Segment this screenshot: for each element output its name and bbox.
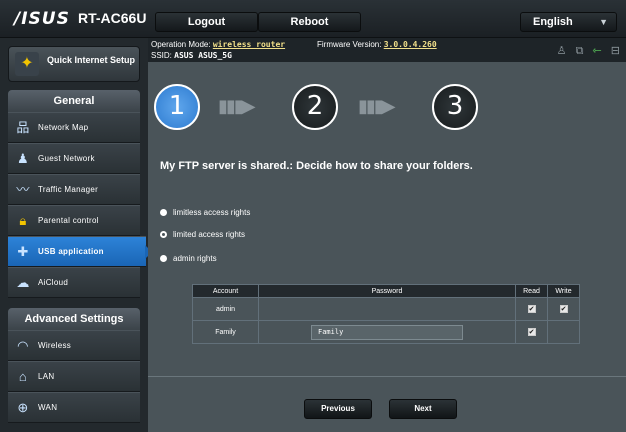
firmware-version: Firmware Version: 3.0.0.4.260 [317,40,437,49]
write-cell [547,320,580,344]
option-limitless-access[interactable]: limitless access rights [160,208,250,217]
step-arrow-icon: ▮▮▮▶ [218,96,256,116]
ssid-info: SSID: ASUS ASUS_5G [151,51,232,60]
lock-icon: 🔒︎ [19,213,27,228]
sidebar-item-label: USB application [38,247,104,256]
sidebar: ✦ Quick Internet Setup General 品 Network… [0,38,152,432]
read-cell: ✔ [515,297,548,321]
ssid-label: SSID: [151,51,172,60]
write-checkbox[interactable]: ✔ [559,305,568,313]
sidebar-item-parental-control[interactable]: 🔒︎ Parental control [8,205,140,236]
read-checkbox[interactable]: ✔ [527,328,536,336]
quick-internet-setup-button[interactable]: ✦ Quick Internet Setup [8,46,140,82]
reboot-button[interactable]: Reboot [258,12,361,32]
sidebar-item-lan[interactable]: ⌂ LAN [8,361,140,392]
sidebar-item-label: Network Map [38,123,89,132]
option-label: admin rights [173,254,217,263]
sidebar-item-label: Wireless [38,341,72,350]
column-header: Read [515,284,548,298]
write-cell: ✔ [547,297,580,321]
step-arrow-icon: ▮▮▮▶ [358,96,396,116]
fw-label: Firmware Version: [317,40,382,49]
network-map-icon: 品 [16,120,30,135]
previous-button[interactable]: Previous [304,399,372,419]
column-header: Password [258,284,516,298]
password-input[interactable]: Family [311,324,463,340]
column-header: Account [192,284,259,298]
status-icons: ♙ ⧉ ⇽ ⊟ [551,44,620,58]
radio-button-selected[interactable] [160,231,167,238]
divider [148,376,626,377]
home-icon: ⌂ [18,369,28,384]
sidebar-item-network-map[interactable]: 品 Network Map [8,112,140,143]
step-3-indicator: 3 [432,84,478,130]
quick-setup-label: Quick Internet Setup [47,55,136,65]
sidebar-item-label: AiCloud [38,278,69,287]
router-admin-page: /ISUS RT-AC66U Logout Reboot English ▼ O… [0,0,626,432]
option-label: limitless access rights [173,208,251,217]
sidebar-item-label: LAN [38,372,55,381]
asus-logo: /ISUS [14,9,70,29]
password-cell: Family [258,320,516,344]
account-cell: Family [192,320,259,344]
next-button[interactable]: Next [389,399,457,419]
option-admin-rights[interactable]: admin rights [160,254,217,263]
radio-button[interactable] [160,255,167,262]
status-bar: Operation Mode: wireless router Firmware… [148,38,626,62]
router-model: RT-AC66U [78,10,147,26]
advanced-settings-header: Advanced Settings [8,308,140,330]
table-row: Family Family ✔ [192,320,580,344]
radio-button[interactable] [160,209,167,216]
language-select[interactable]: English ▼ [520,12,617,32]
printer-icon[interactable]: ⊟ [611,45,620,57]
option-limited-access[interactable]: limited access rights [160,230,245,239]
sidebar-item-traffic-manager[interactable]: 〰 Traffic Manager [8,174,140,205]
usb-icon[interactable]: ⧉ [576,45,584,57]
read-checkbox[interactable]: ✔ [527,305,536,313]
step-2-indicator: 2 [292,84,338,130]
wizard-question: My FTP server is shared.: Decide how to … [160,160,473,172]
column-header: Write [547,284,580,298]
wifi-icon: ◠ [17,338,29,353]
step-1-indicator: 1 [154,84,200,130]
sidebar-item-guest-network[interactable]: ♟ Guest Network [8,143,140,174]
sidebar-item-wireless[interactable]: ◠ Wireless [8,330,140,361]
globe-icon: ⊕ [17,400,29,415]
puzzle-icon: ✚ [17,244,29,259]
ssid-value: ASUS ASUS_5G [174,51,232,60]
traffic-manager-icon: 〰 [16,182,30,197]
usb-connected-icon[interactable]: ⇽ [593,45,602,57]
logout-button[interactable]: Logout [155,12,258,32]
general-header: General [8,90,140,112]
sidebar-item-aicloud[interactable]: ☁ AiCloud [8,267,140,298]
language-value: English [533,16,573,28]
sidebar-item-label: WAN [38,403,58,412]
account-table: Account Password Read Write admin ✔ ✔ Fa… [192,284,580,344]
option-label: limited access rights [173,230,246,239]
sidebar-item-label: Guest Network [38,154,95,163]
table-row: admin ✔ ✔ [192,297,580,321]
fw-link[interactable]: 3.0.0.4.260 [384,40,437,49]
account-cell: admin [192,297,259,321]
operation-mode: Operation Mode: wireless router [151,40,285,49]
chevron-down-icon: ▼ [599,17,608,27]
main-panel: 1 ▮▮▮▶ 2 ▮▮▮▶ 3 My FTP server is shared.… [148,62,626,432]
guest-network-icon: ♟ [17,151,29,166]
password-cell [258,297,516,321]
sidebar-item-label: Parental control [38,216,99,225]
read-cell: ✔ [515,320,548,344]
table-header-row: Account Password Read Write [192,284,580,298]
sidebar-item-wan[interactable]: ⊕ WAN [8,392,140,423]
magic-wand-icon: ✦ [15,52,39,76]
op-mode-link[interactable]: wireless router [213,40,285,49]
sidebar-item-usb-application[interactable]: ✚ USB application [8,236,152,267]
top-bar: /ISUS RT-AC66U Logout Reboot English ▼ [0,0,626,38]
clients-icon[interactable]: ♙ [557,45,567,57]
cloud-icon: ☁ [16,275,30,290]
op-mode-label: Operation Mode: [151,40,211,49]
sidebar-item-label: Traffic Manager [38,185,99,194]
